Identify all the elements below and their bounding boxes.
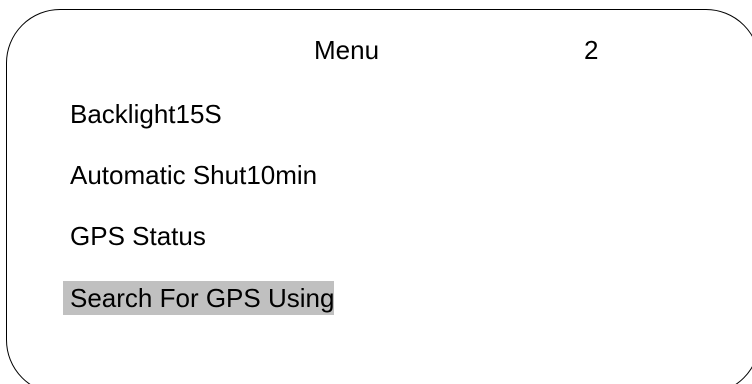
- menu-title: Menu: [314, 35, 380, 65]
- menu-item-backlight[interactable]: Backlight15S: [63, 97, 222, 131]
- menu-page-number: 2: [584, 35, 599, 65]
- menu-item-automatic-shut[interactable]: Automatic Shut10min: [63, 158, 317, 192]
- menu-item-gps-status[interactable]: GPS Status: [63, 219, 206, 253]
- menu-item-search-gps[interactable]: Search For GPS Using: [63, 281, 335, 315]
